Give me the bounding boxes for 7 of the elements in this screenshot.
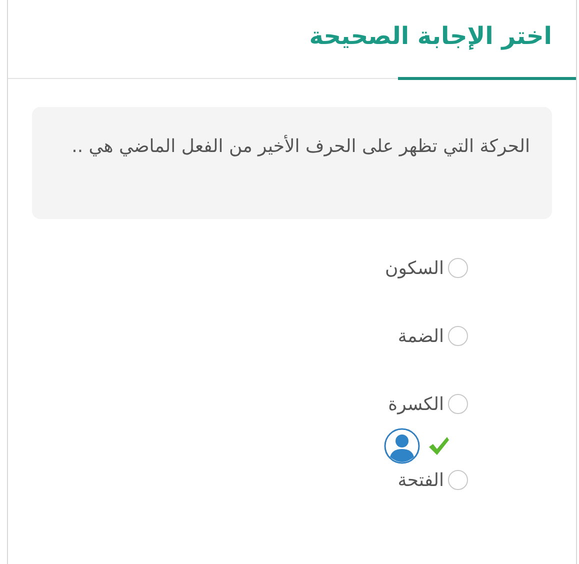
- user-avatar-icon: [384, 428, 420, 464]
- answer-option[interactable]: السكون: [384, 249, 468, 287]
- answer-option[interactable]: الفتحة: [398, 461, 468, 499]
- answer-option[interactable]: الضمة: [398, 317, 468, 355]
- answer-option[interactable]: الكسرة: [388, 385, 468, 423]
- section-title: اختر الإجابة الصحيحة: [309, 22, 552, 50]
- question-text: الحركة التي تظهر على الحرف الأخير من الفعل الماضي هي ..: [32, 107, 552, 219]
